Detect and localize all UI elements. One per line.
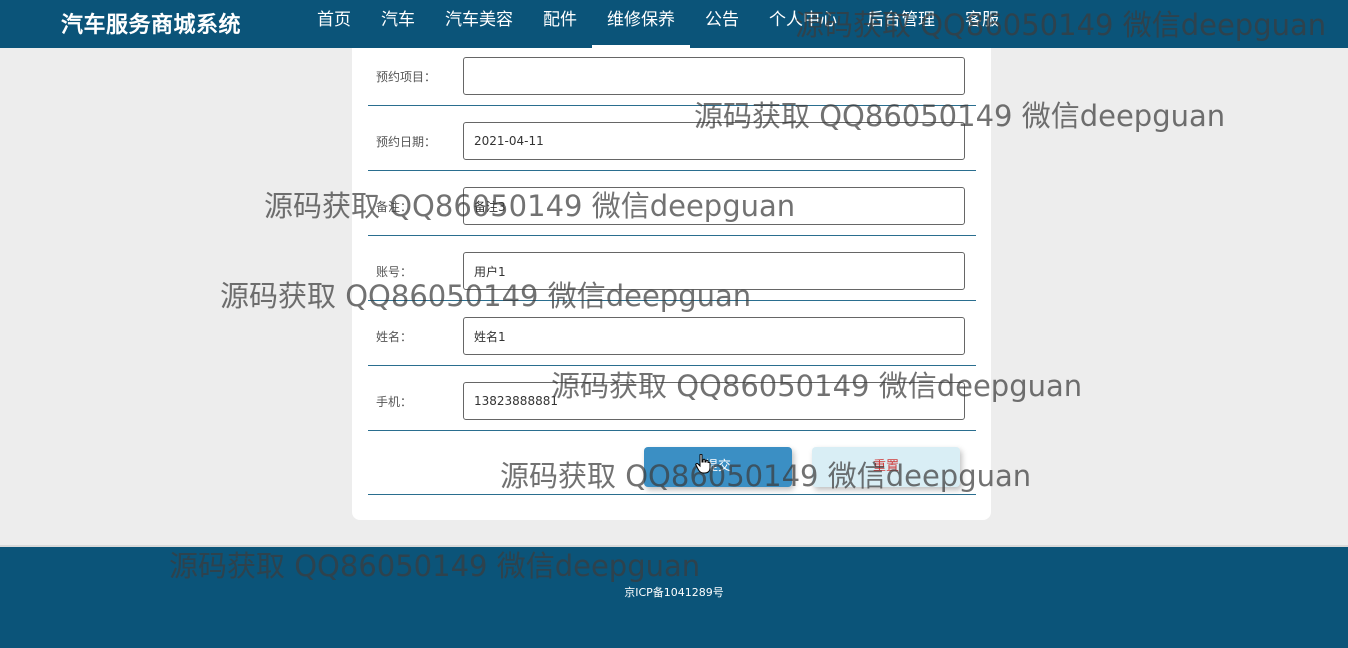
field-label: 账号： — [376, 265, 413, 279]
field-label: 手机： — [376, 395, 413, 409]
name-input[interactable] — [463, 317, 965, 355]
booking-form-card: 预约项目： 预约日期： 备注： 账号： 姓名： 手机： 提交 重置 — [352, 48, 991, 520]
reset-button[interactable]: 重置 — [812, 447, 960, 487]
remark-input[interactable] — [463, 187, 965, 225]
field-label: 预约项目： — [376, 70, 437, 84]
form-row-account: 账号： — [368, 235, 976, 301]
form-row-remark: 备注： — [368, 170, 976, 236]
submit-button[interactable]: 提交 — [644, 447, 792, 487]
phone-input[interactable] — [463, 382, 965, 420]
field-label: 姓名： — [376, 330, 413, 344]
icp-record: 京ICP备1041289号 — [624, 586, 724, 599]
form-row-name: 姓名： — [368, 300, 976, 366]
form-row-date: 预约日期： — [368, 105, 976, 171]
hand-cursor-icon — [695, 453, 711, 478]
project-input[interactable] — [463, 57, 965, 95]
form-row-project: 预约项目： — [368, 40, 976, 106]
form-row-phone: 手机： — [368, 365, 976, 431]
field-label: 预约日期： — [376, 135, 437, 149]
date-input[interactable] — [463, 122, 965, 160]
site-title[interactable]: 汽车服务商城系统 — [61, 7, 241, 39]
nav-home[interactable]: 首页 — [302, 0, 366, 48]
divider — [368, 494, 976, 495]
field-label: 备注： — [376, 200, 413, 214]
footer: 京ICP备1041289号 — [0, 545, 1348, 648]
account-input[interactable] — [463, 252, 965, 290]
